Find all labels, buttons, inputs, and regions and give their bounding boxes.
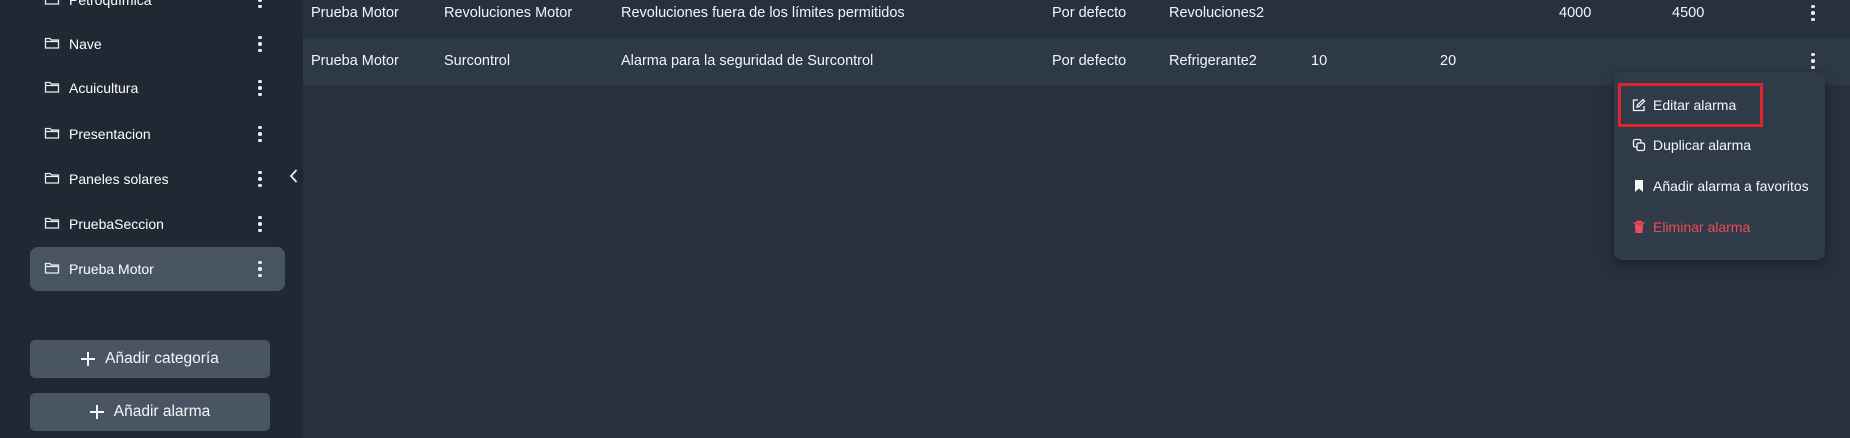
highlight-box: [1618, 83, 1763, 127]
alarm-context-menu: Editar alarma Duplicar alarma Añadir ala…: [1614, 72, 1825, 260]
folder-icon: [44, 81, 60, 93]
trash-icon: [1633, 220, 1645, 233]
more-options-icon[interactable]: [249, 123, 271, 145]
cell-max: 20: [1440, 53, 1457, 69]
add-alarm-label: Añadir alarma: [113, 403, 211, 420]
category-item-petroquimica[interactable]: Petroquímica: [30, 0, 285, 22]
folder-icon: [44, 172, 60, 184]
menu-item-label: Añadir alarma a favoritos: [1653, 178, 1809, 194]
cell-description: Revoluciones fuera de los límites permit…: [621, 5, 905, 21]
add-category-label: Añadir categoría: [105, 350, 219, 367]
category-label: Paneles solares: [69, 171, 169, 187]
chevron-left-icon[interactable]: [284, 166, 304, 186]
folder-icon: [44, 217, 60, 229]
more-options-icon[interactable]: [249, 77, 271, 99]
add-alarm-button[interactable]: Añadir alarma: [30, 393, 270, 431]
category-label: Acuicultura: [69, 80, 139, 96]
cell-variable: Surcontrol: [444, 53, 511, 69]
cell-min: 10: [1311, 53, 1328, 69]
plus-icon: [81, 352, 96, 366]
favorite-alarm-menu-item[interactable]: Añadir alarma a favoritos: [1614, 167, 1825, 205]
cell-type: Por defecto: [1052, 53, 1127, 69]
category-label: Petroquímica: [69, 0, 152, 8]
more-options-icon[interactable]: [249, 213, 271, 235]
cell-low: 4000: [1559, 5, 1592, 21]
row-options-icon[interactable]: [1803, 2, 1823, 24]
category-label: Prueba Motor: [69, 261, 154, 277]
category-label: PruebaSeccion: [69, 216, 164, 232]
cell-category: Prueba Motor: [311, 53, 399, 69]
category-item-prueba-motor[interactable]: Prueba Motor: [30, 247, 285, 291]
menu-item-label: Duplicar alarma: [1653, 137, 1752, 153]
folder-icon: [44, 127, 60, 139]
duplicate-icon: [1632, 138, 1646, 152]
category-item-pruebaseccion[interactable]: PruebaSeccion: [30, 202, 285, 246]
sidebar: Petroquímica Nave Acuicultura Presentaci…: [0, 0, 303, 438]
category-label: Nave: [69, 36, 102, 52]
category-item-presentacion[interactable]: Presentacion: [30, 112, 285, 156]
category-item-paneles-solares[interactable]: Paneles solares: [30, 157, 285, 201]
menu-item-label: Eliminar alarma: [1653, 219, 1751, 235]
cell-description: Alarma para la seguridad de Surcontrol: [621, 53, 874, 69]
category-label: Presentacion: [69, 126, 151, 142]
delete-alarm-menu-item[interactable]: Eliminar alarma: [1614, 208, 1825, 246]
category-item-nave[interactable]: Nave: [30, 22, 285, 66]
cell-high: 4500: [1672, 5, 1705, 21]
folder-icon: [44, 0, 60, 5]
folder-icon: [44, 262, 60, 274]
row-options-icon[interactable]: [1803, 50, 1823, 72]
table-row[interactable]: Prueba Motor Revoluciones Motor Revoluci…: [303, 0, 1850, 37]
cell-tag: Refrigerante2: [1169, 53, 1257, 69]
more-options-icon[interactable]: [249, 258, 271, 280]
duplicate-alarm-menu-item[interactable]: Duplicar alarma: [1614, 126, 1825, 164]
more-options-icon[interactable]: [249, 0, 271, 11]
cell-type: Por defecto: [1052, 5, 1127, 21]
folder-icon: [44, 37, 60, 49]
cell-tag: Revoluciones2: [1169, 5, 1265, 21]
bookmark-icon: [1635, 180, 1643, 192]
more-options-icon[interactable]: [249, 168, 271, 190]
add-category-button[interactable]: Añadir categoría: [30, 340, 270, 378]
more-options-icon[interactable]: [249, 33, 271, 55]
category-item-acuicultura[interactable]: Acuicultura: [30, 66, 285, 110]
cell-variable: Revoluciones Motor: [444, 5, 573, 21]
plus-icon: [89, 405, 104, 419]
cell-category: Prueba Motor: [311, 5, 399, 21]
